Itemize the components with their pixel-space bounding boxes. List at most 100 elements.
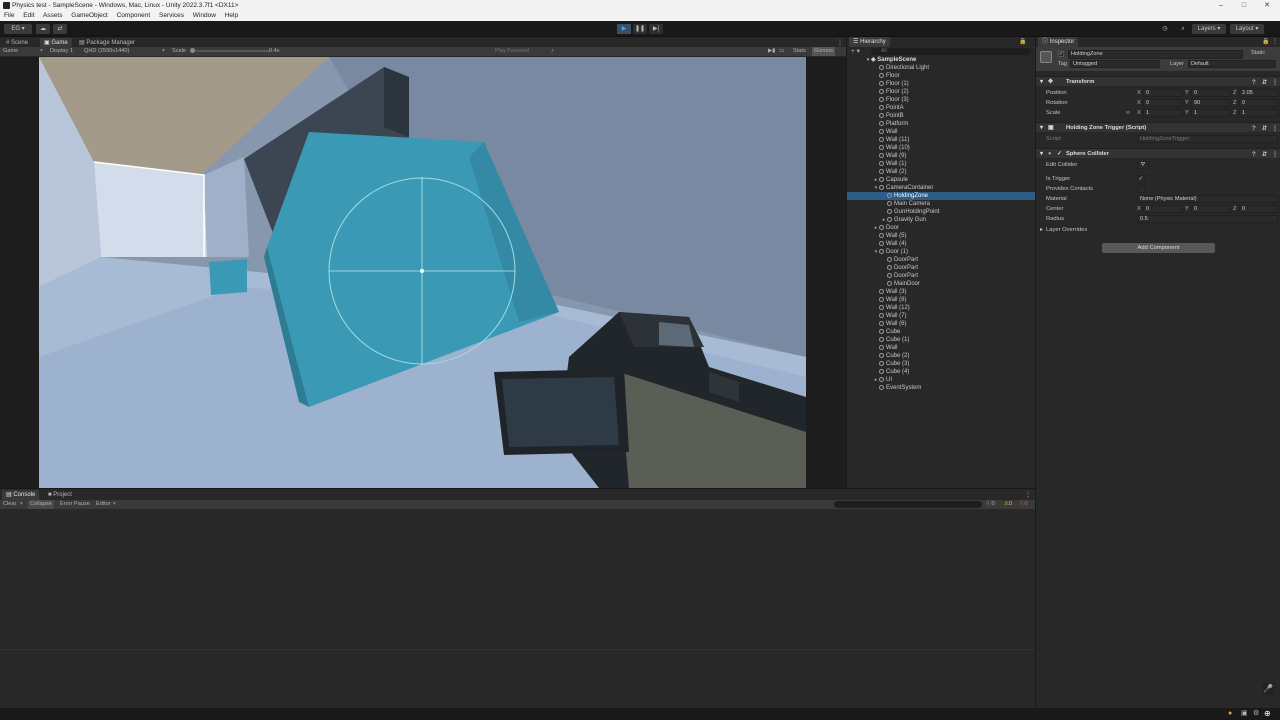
hierarchy-item[interactable]: Wall (9) (847, 152, 1035, 160)
error-count[interactable]: ⓧ0 (1019, 500, 1028, 509)
hierarchy-search-input[interactable]: All (871, 48, 1031, 55)
hierarchy-item[interactable]: Wall (847, 344, 1035, 352)
layout-dropdown[interactable]: Layout ▾ (1230, 24, 1264, 34)
info-count[interactable]: ⓘ0 (986, 500, 995, 509)
display-dropdown[interactable]: Display 1 (50, 47, 73, 56)
preset-icon[interactable]: ⇵ (1262, 124, 1267, 134)
material-field[interactable]: None (Physic Material) (1137, 195, 1278, 203)
search-icon[interactable]: ⌕ (1176, 24, 1190, 34)
active-checkbox[interactable]: ✓ (1058, 51, 1064, 57)
hierarchy-item[interactable]: Wall (12) (847, 304, 1035, 312)
hierarchy-item[interactable]: PointA (847, 104, 1035, 112)
foldout-icon[interactable]: ▾ (1040, 123, 1043, 133)
center-y[interactable]: 0 (1191, 205, 1231, 213)
hierarchy-item[interactable]: ▸ Capsule (847, 176, 1035, 184)
edit-collider-button[interactable]: ⛛ (1137, 161, 1149, 169)
cloud-icon[interactable]: ☁ (36, 24, 50, 34)
menu-file[interactable]: File (4, 12, 14, 19)
hierarchy-item[interactable]: ▸ Door (847, 224, 1035, 232)
error-pause-button[interactable]: Error Pause (60, 500, 90, 509)
hierarchy-item[interactable]: Wall (11) (847, 136, 1035, 144)
hierarchy-item[interactable]: Floor (3) (847, 96, 1035, 104)
pause-button[interactable]: ❚❚ (633, 24, 647, 34)
tag-dropdown[interactable]: Untagged (1070, 60, 1160, 68)
hierarchy-item[interactable]: HoldingZone (847, 192, 1035, 200)
menu-services[interactable]: Services (159, 12, 184, 19)
hierarchy-item[interactable]: Wall (5) (847, 232, 1035, 240)
hierarchy-scene-root[interactable]: ▾ ◈ SampleScene (847, 56, 1035, 64)
step-button[interactable]: ▶| (649, 24, 663, 34)
lock-icon[interactable]: 🔒 (1262, 37, 1269, 47)
hierarchy-item[interactable]: DoorPart (847, 272, 1035, 280)
hierarchy-item[interactable]: EventSystem (847, 384, 1035, 392)
hierarchy-item[interactable]: Cube (847, 328, 1035, 336)
account-button[interactable]: EG ▾ (4, 24, 32, 34)
tab-project[interactable]: ■ Project (44, 490, 76, 500)
play-focused-dropdown[interactable]: Play Focused (495, 47, 529, 56)
hierarchy-item[interactable]: Main Camera (847, 200, 1035, 208)
microphone-icon[interactable]: 🎤 (1262, 683, 1274, 695)
center-x[interactable]: 0 (1143, 205, 1183, 213)
hierarchy-item[interactable]: Wall (1) (847, 160, 1035, 168)
hierarchy-item[interactable]: ▸ UI (847, 376, 1035, 384)
menu-component[interactable]: Component (117, 12, 151, 19)
aspect-icon[interactable]: ▭ (779, 47, 784, 56)
warning-count[interactable]: ⚠0 (1004, 500, 1012, 509)
scale-slider-handle[interactable] (190, 48, 195, 53)
more-options-icon[interactable]: ⋮ (1272, 124, 1278, 134)
more-options-icon[interactable]: ⋮ (1025, 490, 1031, 500)
hierarchy-item[interactable]: Wall (7) (847, 312, 1035, 320)
layers-dropdown[interactable]: Layers ▾ (1192, 24, 1226, 34)
hierarchy-item[interactable]: Cube (1) (847, 336, 1035, 344)
hierarchy-item[interactable]: Floor (847, 72, 1035, 80)
scale-x[interactable]: 1 (1143, 109, 1183, 117)
scale-y[interactable]: 1 (1191, 109, 1231, 117)
hierarchy-item[interactable]: DoorPart (847, 256, 1035, 264)
menu-help[interactable]: Help (225, 12, 238, 19)
hierarchy-item[interactable]: Directional Light (847, 64, 1035, 72)
rotation-z[interactable]: 0 (1239, 99, 1279, 107)
scale-slider[interactable] (190, 48, 270, 53)
preset-icon[interactable]: ⇵ (1262, 150, 1267, 160)
provides-contacts-checkbox[interactable] (1137, 185, 1145, 193)
hierarchy-item[interactable]: Wall (847, 128, 1035, 136)
game-viewport[interactable] (39, 57, 806, 488)
play-button[interactable]: ▶ (617, 24, 631, 34)
debug-icon[interactable]: ⚙ (1253, 709, 1259, 717)
tab-console[interactable]: ▤ Console (2, 490, 40, 500)
hierarchy-item[interactable]: PointB (847, 112, 1035, 120)
hierarchy-item[interactable]: Floor (2) (847, 88, 1035, 96)
help-icon[interactable]: ? (1252, 124, 1256, 134)
network-icon[interactable]: ⊕ (1264, 709, 1271, 718)
menu-edit[interactable]: Edit (23, 12, 34, 19)
close-button[interactable]: ✕ (1256, 0, 1278, 11)
help-icon[interactable]: ? (1252, 150, 1256, 160)
layer-overrides-row[interactable]: ▸ Layer Overrides (1036, 225, 1280, 235)
more-options-icon[interactable]: ⋮ (1272, 150, 1278, 160)
center-z[interactable]: 0 (1239, 205, 1279, 213)
hierarchy-item[interactable]: Cube (4) (847, 368, 1035, 376)
stats-button[interactable]: Stats (793, 47, 806, 56)
hierarchy-item[interactable]: Wall (4) (847, 240, 1035, 248)
maximize-button[interactable]: □ (1233, 0, 1255, 11)
hierarchy-item[interactable]: MainDoor (847, 280, 1035, 288)
mute-audio-icon[interactable]: ♪ (551, 47, 554, 56)
scale-z[interactable]: 1 (1239, 109, 1279, 117)
hierarchy-item[interactable]: Wall (10) (847, 144, 1035, 152)
cache-icon[interactable]: ▣ (1241, 709, 1248, 717)
bulb-icon[interactable]: ● (1228, 710, 1232, 717)
hierarchy-item[interactable]: Floor (1) (847, 80, 1035, 88)
tab-hierarchy[interactable]: ☰ Hierarchy (849, 37, 890, 47)
radius-field[interactable]: 0.5 (1137, 215, 1278, 223)
more-options-icon[interactable]: ⋮ (1272, 37, 1278, 47)
camera-icon[interactable]: ▶▮ (768, 47, 775, 56)
add-component-button[interactable]: Add Component (1102, 243, 1215, 253)
console-search-input[interactable] (834, 501, 982, 508)
hierarchy-item[interactable]: GunHoldingPoint (847, 208, 1035, 216)
hierarchy-item[interactable]: Wall (2) (847, 168, 1035, 176)
hierarchy-item[interactable]: DoorPart (847, 264, 1035, 272)
minimize-button[interactable]: – (1210, 0, 1232, 11)
hierarchy-item[interactable]: ▾ Door (1) (847, 248, 1035, 256)
menu-assets[interactable]: Assets (43, 12, 63, 19)
rotation-x[interactable]: 0 (1143, 99, 1183, 107)
